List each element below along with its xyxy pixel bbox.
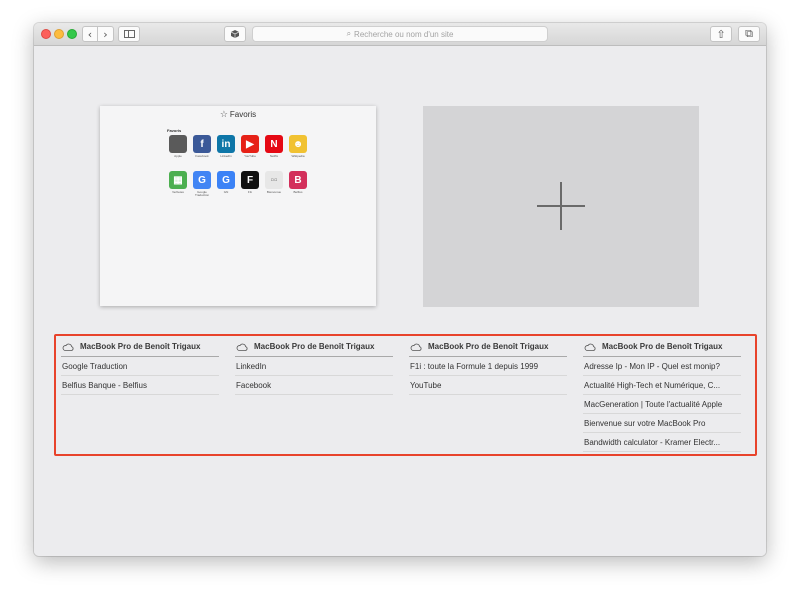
extension-button[interactable] — [224, 26, 246, 42]
icloud-tabs-panel: MacBook Pro de Benoît Trigaux Google Trad… — [54, 334, 757, 456]
icloud-column: MacBook Pro de Benoît Trigaux LinkedIn Fac… — [235, 342, 393, 395]
fullscreen-window-button[interactable] — [67, 29, 77, 39]
favorite-tile-label: Netflix — [269, 155, 279, 158]
extension-icon — [230, 30, 240, 38]
icloud-device-name: MacBook Pro de Benoît Trigaux — [602, 342, 723, 351]
address-bar-placeholder: Recherche ou nom d'un site — [354, 29, 454, 39]
safari-window: ‹ › ⌕ Recherche ou nom d'un site ⇧ ⧉ ☆ Fa… — [34, 23, 766, 556]
icloud-tab-link[interactable]: YouTube — [409, 376, 567, 395]
favorite-tile: ▶ YouTube — [238, 135, 262, 171]
cloud-icon — [410, 343, 422, 351]
chevron-right-icon: › — [103, 27, 108, 41]
icloud-column: MacBook Pro de Benoît Trigaux Google Trad… — [61, 342, 219, 395]
favorite-tile-icon: ▦ — [169, 171, 187, 189]
icloud-tab-link[interactable]: Google Traduction — [61, 357, 219, 376]
favorite-tile: N Netflix — [262, 135, 286, 171]
favorites-grid: Apple f Facebook in LinkedIn ▶ YouTube N Netflix… — [166, 135, 311, 207]
favorite-tile-label: Verbetes — [172, 191, 184, 194]
chevron-left-icon: ‹ — [87, 27, 93, 41]
favorite-tile: ▦ Verbetes — [166, 171, 190, 207]
favorites-tab-thumbnail[interactable]: ☆ Favoris Favoris Apple f Facebook in LinkedI… — [100, 106, 376, 306]
favorite-tile-icon: ☻ — [289, 135, 307, 153]
favorite-tile: ☻ Wikipedia — [286, 135, 310, 171]
cloud-icon — [62, 343, 74, 351]
close-window-button[interactable] — [41, 29, 51, 39]
new-tab-thumbnail[interactable] — [423, 106, 699, 307]
favorite-tile-icon — [169, 135, 187, 153]
star-icon: ☆ — [219, 110, 228, 120]
favorite-tile: B Belfius — [286, 171, 310, 207]
favorite-tile-label: GN — [223, 191, 229, 194]
tabs-icon: ⧉ — [745, 27, 753, 40]
icloud-device-name: MacBook Pro de Benoît Trigaux — [80, 342, 201, 351]
favorite-tile: ▫▫ Bienvenue — [262, 171, 286, 207]
icloud-tab-link[interactable]: Actualité High-Tech et Numérique, C... — [583, 376, 741, 395]
favorite-tile-label: Google Traduction — [194, 191, 210, 197]
favorite-tile-icon: G — [217, 171, 235, 189]
favorite-tile-icon: N — [265, 135, 283, 153]
sidebar-toggle-button[interactable] — [118, 26, 140, 42]
favorite-tile-label: Apple — [174, 155, 182, 158]
favorite-tile-label: Facebook — [195, 155, 209, 158]
icloud-tab-link[interactable]: Bandwidth calculator - Kramer Electr... — [583, 433, 741, 452]
favorite-tile: F F1i — [238, 171, 262, 207]
icloud-tab-link[interactable]: Adresse Ip - Mon IP - Quel est monip? — [583, 357, 741, 376]
thumbnail-title: ☆ Favoris — [219, 110, 257, 120]
sidebar-icon — [123, 30, 135, 38]
favorite-tile: in LinkedIn — [214, 135, 238, 171]
icloud-column: MacBook Pro de Benoît Trigaux Adresse Ip … — [583, 342, 741, 452]
magnifier-icon: ⌕ — [346, 29, 352, 38]
favorite-tile-label: Wikipedia — [291, 155, 305, 158]
favorite-tile-icon: in — [217, 135, 235, 153]
icloud-tab-link[interactable]: Facebook — [235, 376, 393, 395]
favorite-tile-icon: ▶ — [241, 135, 259, 153]
address-bar[interactable]: ⌕ Recherche ou nom d'un site — [252, 26, 548, 42]
favorite-tile-icon: F — [241, 171, 259, 189]
toolbar: ‹ › ⌕ Recherche ou nom d'un site ⇧ ⧉ — [34, 23, 766, 46]
favorite-tile: G Google Traduction — [190, 171, 214, 207]
back-button[interactable]: ‹ — [82, 26, 98, 42]
favorite-tile-label: F1i — [247, 191, 253, 194]
favorite-tile-label: LinkedIn — [220, 155, 232, 158]
icloud-device-name: MacBook Pro de Benoît Trigaux — [254, 342, 375, 351]
icloud-tab-link[interactable]: F1i : toute la Formule 1 depuis 1999 — [409, 357, 567, 376]
icloud-device-header: MacBook Pro de Benoît Trigaux — [409, 342, 567, 357]
favorite-tile: f Facebook — [190, 135, 214, 171]
favorite-tile-label: Belfius — [293, 191, 303, 194]
forward-button[interactable]: › — [98, 26, 114, 42]
thumbnail-section-label: Favoris — [167, 128, 182, 133]
show-tabs-button[interactable]: ⧉ — [738, 26, 760, 42]
share-button[interactable]: ⇧ — [710, 26, 732, 42]
minimize-window-button[interactable] — [54, 29, 64, 39]
favorite-tile-icon: G — [193, 171, 211, 189]
icloud-tab-link[interactable]: LinkedIn — [235, 357, 393, 376]
favorite-tile-label: Bienvenue — [266, 191, 282, 194]
favorite-tile: Apple — [166, 135, 190, 171]
icloud-tab-link[interactable]: Bienvenue sur votre MacBook Pro — [583, 414, 741, 433]
plus-icon-vertical — [560, 182, 562, 230]
icloud-device-header: MacBook Pro de Benoît Trigaux — [583, 342, 741, 357]
icloud-tab-link[interactable]: MacGeneration | Toute l'actualité Apple — [583, 395, 741, 414]
icloud-column: MacBook Pro de Benoît Trigaux F1i : toute… — [409, 342, 567, 395]
icloud-device-header: MacBook Pro de Benoît Trigaux — [61, 342, 219, 357]
icloud-device-header: MacBook Pro de Benoît Trigaux — [235, 342, 393, 357]
icloud-device-name: MacBook Pro de Benoît Trigaux — [428, 342, 549, 351]
favorite-tile-label: YouTube — [244, 155, 256, 158]
cloud-icon — [236, 343, 248, 351]
share-icon: ⇧ — [716, 27, 726, 41]
top-sites-page: ☆ Favoris Favoris Apple f Facebook in LinkedI… — [34, 46, 766, 556]
favorite-tile-icon: f — [193, 135, 211, 153]
cloud-icon — [584, 343, 596, 351]
icloud-tab-link[interactable]: Belfius Banque - Belfius — [61, 376, 219, 395]
favorite-tile: G GN — [214, 171, 238, 207]
favorite-tile-icon: ▫▫ — [265, 171, 283, 189]
favorite-tile-icon: B — [289, 171, 307, 189]
